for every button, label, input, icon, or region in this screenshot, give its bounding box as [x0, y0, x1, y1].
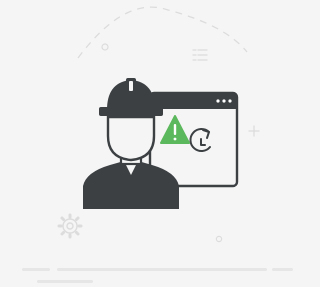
- placeholder-bar: [272, 268, 293, 271]
- list-icon: [192, 49, 208, 61]
- gear-icon: [57, 213, 83, 239]
- placeholder-bar: [37, 280, 93, 283]
- plus-icon: [248, 125, 260, 137]
- illustration-art: [57, 6, 260, 243]
- placeholder-bar: [22, 268, 50, 271]
- placeholder-bar: [57, 268, 267, 271]
- dashed-arc: [77, 6, 248, 59]
- illustration-panel: [0, 0, 293, 287]
- deco-dot-bottom: [215, 235, 223, 243]
- deco-dot-top: [101, 43, 109, 51]
